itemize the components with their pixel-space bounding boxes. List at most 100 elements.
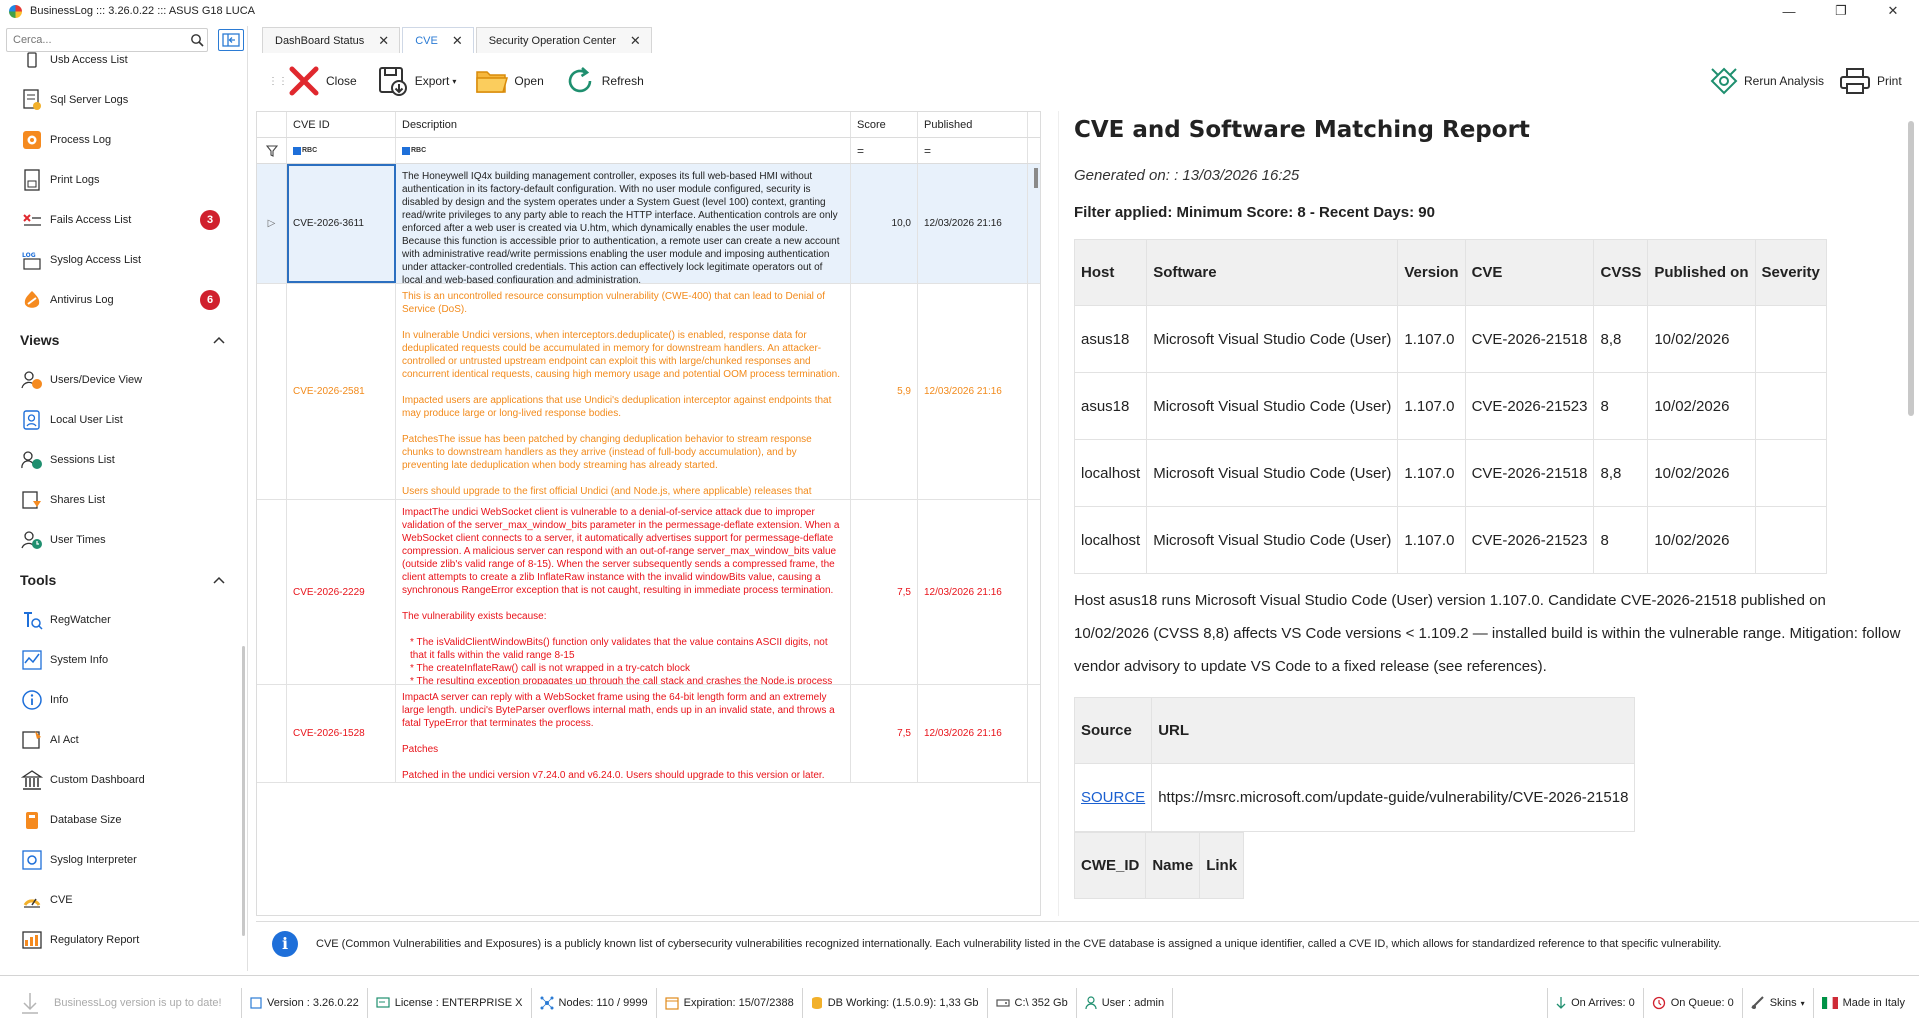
sidebar-item-label: Print Logs xyxy=(50,174,100,186)
text-filter-icon: RBC xyxy=(293,146,317,155)
sidebar-item-process-log[interactable]: Process Log xyxy=(0,120,247,160)
refresh-label: Refresh xyxy=(601,74,644,88)
sidebar-item-sessions-list[interactable]: Sessions List xyxy=(0,440,247,480)
restore-button[interactable]: ❐ xyxy=(1815,0,1867,22)
sidebar-item-local-user-list[interactable]: Local User List xyxy=(0,400,247,440)
filter-icon[interactable] xyxy=(257,138,287,163)
skins-menu[interactable]: Skins ▾ xyxy=(1743,988,1814,1018)
sidebar-scrollbar[interactable] xyxy=(242,646,245,936)
sidebar-item-users-device-view[interactable]: Users/Device View xyxy=(0,360,247,400)
description-column-header[interactable]: Description xyxy=(396,112,851,137)
description-cell[interactable]: The Honeywell IQ4x building management c… xyxy=(396,164,851,283)
source-link[interactable]: SOURCE xyxy=(1081,789,1145,806)
published-cell[interactable]: 12/03/2026 21:16 xyxy=(918,500,1028,684)
report-cell: 10/02/2026 xyxy=(1647,506,1756,574)
refresh-button[interactable]: Refresh xyxy=(562,61,644,101)
sidebar-item-shares-list[interactable]: Shares List xyxy=(0,480,247,520)
table-row[interactable]: CVE-2026-1528 ImpactA server can reply wi… xyxy=(257,685,1040,783)
tab-dashboard-status[interactable]: DashBoard Status ✕ xyxy=(262,27,401,53)
close-tab-icon[interactable]: ✕ xyxy=(630,33,641,49)
tab-cve[interactable]: CVE ✕ xyxy=(402,27,474,53)
table-row[interactable]: CVE-2026-2229 ImpactThe undici WebSocket … xyxy=(257,500,1040,685)
report-cell: 1.107.0 xyxy=(1397,305,1466,373)
published-column-header[interactable]: Published xyxy=(918,112,1028,137)
published-cell[interactable]: 12/03/2026 21:16 xyxy=(918,164,1028,283)
user-icon xyxy=(1085,995,1097,1010)
sidebar-item-label: User Times xyxy=(50,534,106,546)
sidebar-item-syslog-access-list[interactable]: LOG Syslog Access List xyxy=(0,240,247,280)
rerun-analysis-button[interactable]: Rerun Analysis xyxy=(1708,61,1824,101)
cve-id-cell[interactable]: CVE-2026-1528 xyxy=(287,685,396,782)
sidebar-item-sql-server-logs[interactable]: Sql Server Logs xyxy=(0,80,247,120)
description-cell[interactable]: ImpactThe undici WebSocket client is vul… xyxy=(396,500,851,684)
close-window-button[interactable]: ✕ xyxy=(1867,0,1919,22)
close-tab-icon[interactable]: ✕ xyxy=(378,33,389,49)
grid-scrollbar-thumb[interactable] xyxy=(1034,168,1038,188)
sidebar-item-system-info[interactable]: System Info xyxy=(0,640,247,680)
sidebar-item-syslog-interpreter[interactable]: Syslog Interpreter xyxy=(0,840,247,880)
views-section-header[interactable]: Views xyxy=(0,320,247,360)
local-user-icon xyxy=(20,408,44,432)
score-cell[interactable]: 5,9 xyxy=(851,284,918,499)
report-column-header: Published on xyxy=(1647,239,1756,306)
sidebar-item-fails-access-list[interactable]: Fails Access List 3 xyxy=(0,200,247,240)
sidebar-item-label: Sql Server Logs xyxy=(50,94,129,106)
sidebar-item-regwatcher[interactable]: RegWatcher xyxy=(0,600,247,640)
sidebar-item-print-logs[interactable]: Print Logs xyxy=(0,160,247,200)
tools-section-header[interactable]: Tools xyxy=(0,560,247,600)
sidebar-item-label: Database Size xyxy=(50,814,122,826)
minimize-button[interactable]: — xyxy=(1763,0,1815,22)
report-column-header: Software xyxy=(1146,239,1399,306)
sidebar-item-label: CVE xyxy=(50,894,73,906)
sidebar-item-cve[interactable]: CVE xyxy=(0,880,247,920)
score-cell[interactable]: 10,0 xyxy=(851,164,918,283)
close-button[interactable]: Close xyxy=(286,61,357,101)
report-cell: 8,8 xyxy=(1593,439,1649,507)
description-paragraph: PatchesThe issue has been patched by cha… xyxy=(402,434,812,471)
description-paragraph: Patched in the undici version v7.24.0 an… xyxy=(402,770,825,781)
close-tab-icon[interactable]: ✕ xyxy=(452,33,463,49)
export-button[interactable]: Export ▾ xyxy=(375,61,456,101)
published-cell[interactable]: 12/03/2026 21:16 xyxy=(918,685,1028,782)
sidebar-item-custom-dashboard[interactable]: Custom Dashboard xyxy=(0,760,247,800)
sidebar-item-regulatory-report[interactable]: Regulatory Report xyxy=(0,920,247,960)
score-filter-cell[interactable]: = xyxy=(851,138,918,163)
sidebar-item-info[interactable]: Info xyxy=(0,680,247,720)
score-cell[interactable]: 7,5 xyxy=(851,685,918,782)
rerun-analysis-label: Rerun Analysis xyxy=(1744,74,1825,88)
cve-id-cell[interactable]: CVE-2026-2229 xyxy=(287,500,396,684)
published-cell[interactable]: 12/03/2026 21:16 xyxy=(918,284,1028,499)
score-cell[interactable]: 7,5 xyxy=(851,500,918,684)
cve-grid: CVE ID Description Score Published RBC R… xyxy=(256,111,1041,916)
row-indicator[interactable] xyxy=(257,685,287,782)
description-bullet: * The isValidClientWindowBits() function… xyxy=(410,637,828,661)
sidebar-item-ai-act[interactable]: AI Act xyxy=(0,720,247,760)
sidebar-item-usb-access-list[interactable]: Usb Access List xyxy=(0,40,247,80)
description-filter-cell[interactable]: RBC xyxy=(396,138,851,163)
cve-id-filter-cell[interactable]: RBC xyxy=(287,138,396,163)
row-indicator[interactable] xyxy=(257,500,287,684)
sidebar-item-label: System Info xyxy=(50,654,109,666)
toolbar-grip-icon[interactable]: ⋮⋮ xyxy=(268,76,288,87)
table-row[interactable]: ▷ CVE-2026-3611 The Honeywell IQ4x buildin… xyxy=(257,164,1040,284)
sidebar-item-database-size[interactable]: Database Size xyxy=(0,800,247,840)
cve-id-column-header[interactable]: CVE ID xyxy=(287,112,396,137)
print-button[interactable]: Print xyxy=(1839,61,1902,101)
version-icon xyxy=(250,996,262,1009)
cve-id-cell[interactable]: CVE-2026-3611 xyxy=(287,164,396,283)
report-cell: CVE-2026-21523 xyxy=(1464,372,1595,440)
tab-security-operation-center[interactable]: Security Operation Center ✕ xyxy=(475,27,652,53)
cve-id-cell[interactable]: CVE-2026-2581 xyxy=(287,284,396,499)
published-filter-cell[interactable]: = xyxy=(918,138,1028,163)
report-cell: 10/02/2026 xyxy=(1647,372,1756,440)
row-indicator-icon[interactable]: ▷ xyxy=(257,164,287,283)
description-cell[interactable]: This is an uncontrolled resource consump… xyxy=(396,284,851,499)
report-scrollbar[interactable] xyxy=(1908,121,1914,416)
sidebar-item-antivirus-log[interactable]: Antivirus Log 6 xyxy=(0,280,247,320)
description-cell[interactable]: ImpactA server can reply with a WebSocke… xyxy=(396,685,851,782)
table-row[interactable]: CVE-2026-2581 This is an uncontrolled res… xyxy=(257,284,1040,500)
sidebar-item-user-times[interactable]: User Times xyxy=(0,520,247,560)
row-indicator[interactable] xyxy=(257,284,287,499)
score-column-header[interactable]: Score xyxy=(851,112,918,137)
open-button[interactable]: Open xyxy=(474,61,544,101)
